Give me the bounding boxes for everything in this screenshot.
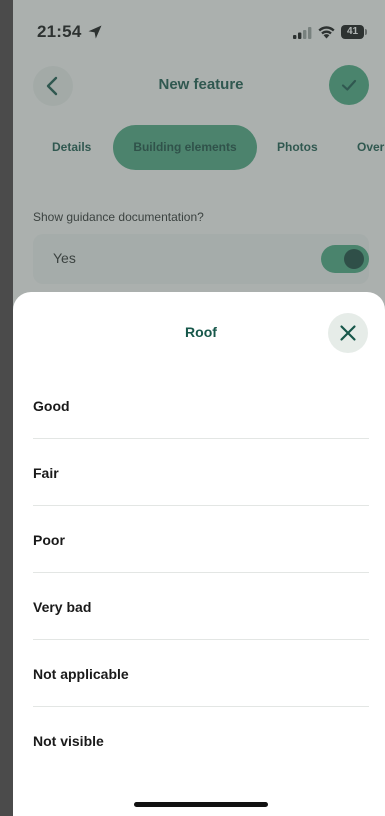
- option-label: Good: [33, 398, 70, 414]
- option-not-applicable[interactable]: Not applicable: [33, 640, 369, 707]
- option-label: Not visible: [33, 733, 104, 749]
- home-indicator: [134, 802, 268, 807]
- close-button[interactable]: [328, 313, 368, 353]
- option-poor[interactable]: Poor: [33, 506, 369, 573]
- option-label: Poor: [33, 532, 65, 548]
- option-not-visible[interactable]: Not visible: [33, 707, 369, 773]
- option-label: Not applicable: [33, 666, 129, 682]
- sheet-title: Roof: [185, 324, 217, 340]
- option-label: Fair: [33, 465, 59, 481]
- close-icon: [340, 325, 356, 341]
- phone-screen: 21:54 41 New feature Details Building el…: [13, 0, 385, 816]
- option-good[interactable]: Good: [33, 372, 369, 439]
- option-very-bad[interactable]: Very bad: [33, 573, 369, 640]
- option-fair[interactable]: Fair: [33, 439, 369, 506]
- bottom-sheet: Roof Good Fair Poor Very bad Not applica…: [13, 292, 385, 816]
- condition-options-list: Good Fair Poor Very bad Not applicable N…: [33, 372, 369, 773]
- option-label: Very bad: [33, 599, 92, 615]
